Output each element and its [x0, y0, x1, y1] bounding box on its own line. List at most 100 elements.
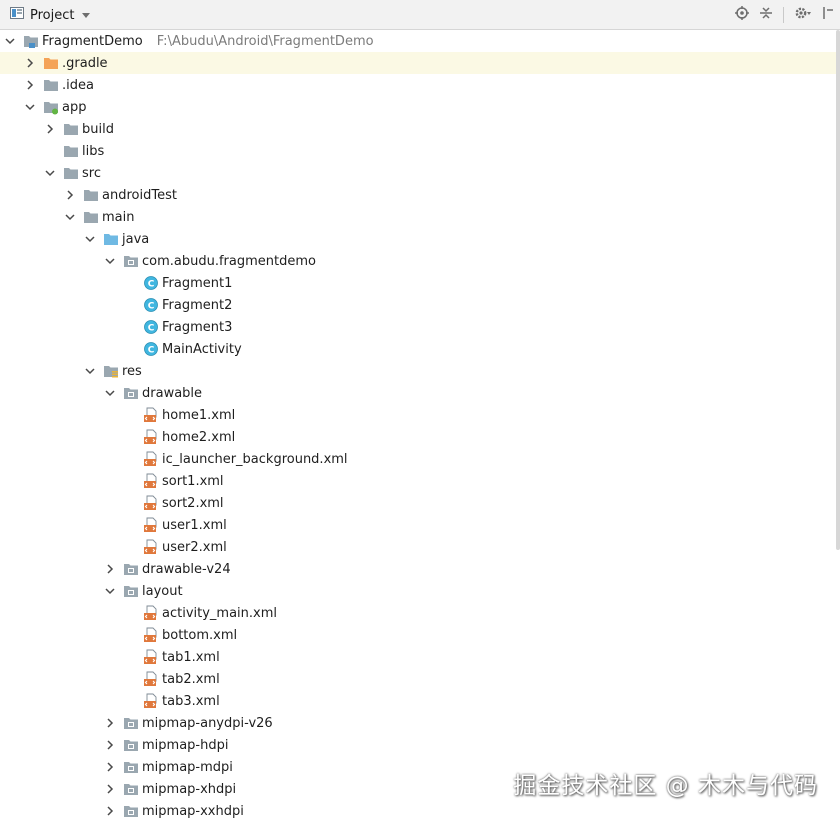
- xml-icon: [143, 495, 159, 511]
- tree-item-androidtest[interactable]: androidTest: [0, 184, 836, 206]
- tree-item-main[interactable]: main: [0, 206, 836, 228]
- tree-item-idea[interactable]: .idea: [0, 74, 836, 96]
- tree-item-label: home2.xml: [162, 429, 236, 445]
- tree-item-label: mipmap-anydpi-v26: [142, 715, 273, 731]
- tree-item-fragment1[interactable]: C Fragment1: [0, 272, 836, 294]
- chevron-down-icon[interactable]: [85, 366, 95, 376]
- hide-panel-icon[interactable]: [822, 6, 834, 24]
- collapse-all-icon[interactable]: [759, 6, 773, 24]
- module-folder-green-icon: [43, 99, 59, 115]
- tree-item-label: ic_launcher_background.xml: [162, 451, 348, 467]
- tree-item-tab1-xml[interactable]: tab1.xml: [0, 646, 836, 668]
- toolbar-separator: [783, 7, 784, 23]
- xml-icon: [143, 693, 159, 709]
- tree-item-home1-xml[interactable]: home1.xml: [0, 404, 836, 426]
- xml-icon: [143, 429, 159, 445]
- class-icon: C: [143, 275, 159, 291]
- tree-item-sort2-xml[interactable]: sort2.xml: [0, 492, 836, 514]
- tree-item-label: androidTest: [102, 187, 177, 203]
- project-toolbar: Project: [0, 0, 840, 30]
- chevron-right-icon[interactable]: [105, 740, 115, 750]
- tree-item-build[interactable]: build: [0, 118, 836, 140]
- tree-item-drawable-v24[interactable]: drawable-v24: [0, 558, 836, 580]
- project-view-selector[interactable]: Project: [10, 0, 91, 30]
- tree-item-fragment3[interactable]: C Fragment3: [0, 316, 836, 338]
- tree-item-label: main: [102, 209, 135, 225]
- chevron-down-icon[interactable]: [105, 256, 115, 266]
- tree-item-mipmap-hdpi[interactable]: mipmap-hdpi: [0, 734, 836, 756]
- xml-icon: [143, 671, 159, 687]
- tree-item-label: Fragment2: [162, 297, 233, 313]
- tree-item-package[interactable]: com.abudu.fragmentdemo: [0, 250, 836, 272]
- orange-folder-icon: [43, 55, 59, 71]
- tree-item-ic-launcher-background-xml[interactable]: ic_launcher_background.xml: [0, 448, 836, 470]
- chevron-right-icon[interactable]: [105, 784, 115, 794]
- toolbar-actions: [735, 0, 834, 30]
- tree-item-home2-xml[interactable]: home2.xml: [0, 426, 836, 448]
- class-icon: C: [143, 319, 159, 335]
- tree-item-bottom-xml[interactable]: bottom.xml: [0, 624, 836, 646]
- tree-item-label: user1.xml: [162, 517, 227, 533]
- res-folder-icon: [103, 363, 119, 379]
- xml-icon: [143, 473, 159, 489]
- tree-item-layout[interactable]: layout: [0, 580, 836, 602]
- tree-item-label: .gradle: [62, 55, 108, 71]
- chevron-right-icon[interactable]: [25, 80, 35, 90]
- tree-item-tab2-xml[interactable]: tab2.xml: [0, 668, 836, 690]
- folder-icon: [83, 209, 99, 225]
- tree-item-mipmap-anydpi-v26[interactable]: mipmap-anydpi-v26: [0, 712, 836, 734]
- chevron-down-icon[interactable]: [5, 36, 15, 46]
- tree-item-java[interactable]: java: [0, 228, 836, 250]
- xml-icon: [143, 539, 159, 555]
- chevron-down-icon[interactable]: [85, 234, 95, 244]
- tree-item-label: activity_main.xml: [162, 605, 278, 621]
- xml-icon: [143, 627, 159, 643]
- chevron-down-icon[interactable]: [105, 586, 115, 596]
- tree-item-gradle[interactable]: .gradle: [0, 52, 836, 74]
- tree-item-label: drawable-v24: [142, 561, 231, 577]
- tree-item-activity-main-xml[interactable]: activity_main.xml: [0, 602, 836, 624]
- chevron-right-icon[interactable]: [25, 58, 35, 68]
- chevron-down-icon[interactable]: [25, 102, 35, 112]
- gear-icon[interactable]: [794, 6, 812, 24]
- tree-item-label: bottom.xml: [162, 627, 238, 643]
- tree-item-label: sort2.xml: [162, 495, 224, 511]
- chevron-right-icon[interactable]: [65, 190, 75, 200]
- tree-item-drawable[interactable]: drawable: [0, 382, 836, 404]
- project-path: F:\Abudu\Android\FragmentDemo: [156, 33, 374, 49]
- chevron-down-icon[interactable]: [65, 212, 75, 222]
- tree-item-src[interactable]: src: [0, 162, 836, 184]
- tree-item-libs[interactable]: libs: [0, 140, 836, 162]
- chevron-down-icon[interactable]: [45, 168, 55, 178]
- chevron-down-icon[interactable]: [105, 388, 115, 398]
- xml-icon: [143, 605, 159, 621]
- tree-item-label: mipmap-hdpi: [142, 737, 229, 753]
- chevron-right-icon[interactable]: [105, 564, 115, 574]
- tree-item-fragmentdemo[interactable]: FragmentDemo F:\Abudu\Android\FragmentDem…: [0, 30, 836, 52]
- watermark: 掘金技术社区 @ 木木与代码: [513, 773, 818, 799]
- tree-item-app[interactable]: app: [0, 96, 836, 118]
- tree-item-sort1-xml[interactable]: sort1.xml: [0, 470, 836, 492]
- chevron-right-icon[interactable]: [105, 762, 115, 772]
- vertical-scrollbar[interactable]: [836, 30, 840, 550]
- chevron-right-icon[interactable]: [105, 806, 115, 816]
- chevron-right-icon[interactable]: [45, 124, 55, 134]
- package-icon: [123, 759, 139, 775]
- tree-item-user1-xml[interactable]: user1.xml: [0, 514, 836, 536]
- tree-item-tab3-xml[interactable]: tab3.xml: [0, 690, 836, 712]
- module-folder-icon: [23, 33, 39, 49]
- tree-item-label: mipmap-xhdpi: [142, 781, 237, 797]
- tree-item-res[interactable]: res: [0, 360, 836, 382]
- tree-item-mainactivity[interactable]: C MainActivity: [0, 338, 836, 360]
- xml-icon: [143, 649, 159, 665]
- locate-icon[interactable]: [735, 6, 749, 24]
- tree-item-fragment2[interactable]: C Fragment2: [0, 294, 836, 316]
- chevron-right-icon[interactable]: [105, 718, 115, 728]
- package-icon: [123, 803, 139, 819]
- project-view-icon: [10, 6, 24, 24]
- tree-item-label: layout: [142, 583, 183, 599]
- svg-text:C: C: [148, 279, 155, 289]
- tree-item-user2-xml[interactable]: user2.xml: [0, 536, 836, 558]
- tree-item-mipmap-xxhdpi[interactable]: mipmap-xxhdpi: [0, 800, 836, 822]
- tree-item-label: sort1.xml: [162, 473, 224, 489]
